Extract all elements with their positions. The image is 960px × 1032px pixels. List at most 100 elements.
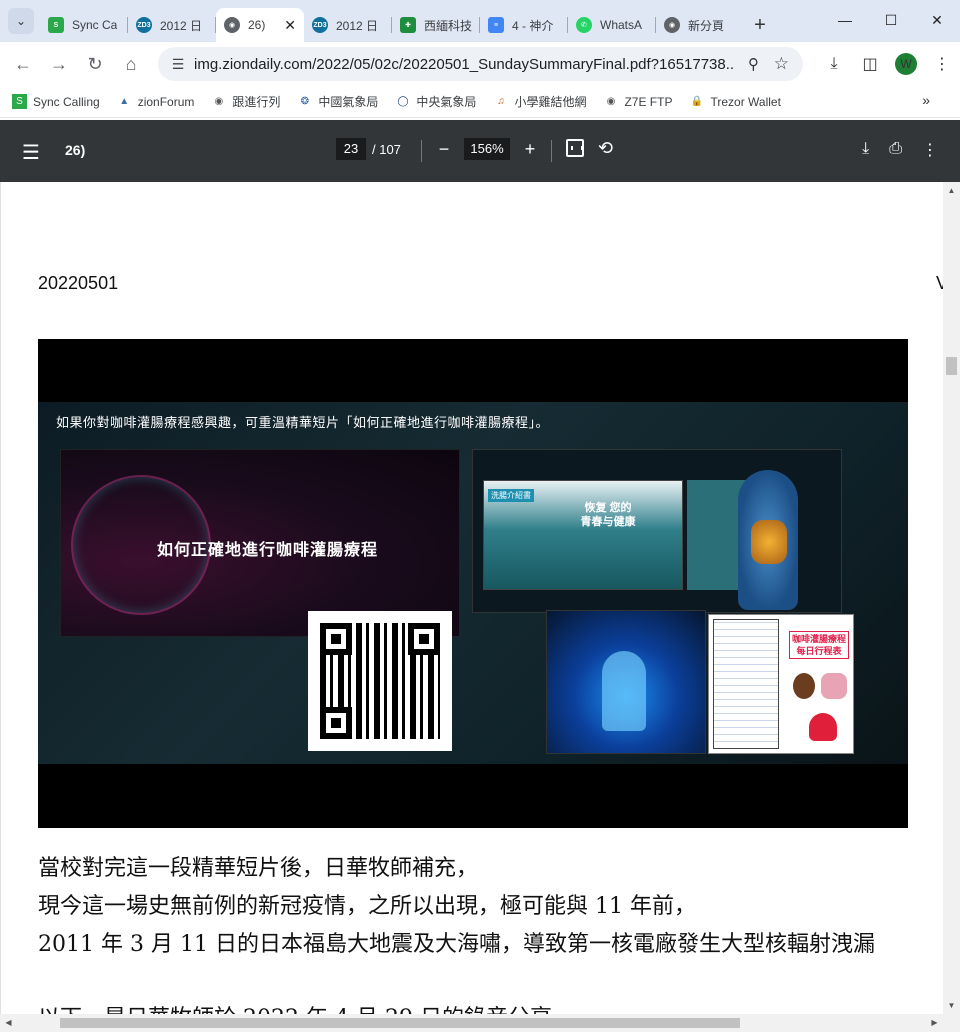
page-date-header: 20220501 [38, 273, 119, 293]
heart-icon [809, 713, 837, 741]
download-icon[interactable]: ⤓ [862, 140, 869, 160]
reload-icon[interactable]: ↻ [77, 46, 113, 82]
qr-code [308, 611, 452, 751]
bookmark-sync-calling[interactable]: S Sync Calling [12, 94, 100, 109]
bookmark-follow-list[interactable]: ◉ 跟進行列 [211, 93, 281, 110]
zd3-icon: ZD3 [136, 17, 152, 33]
more-options-icon[interactable]: ⋮ [922, 140, 938, 160]
tab-new-tab[interactable]: ◉ 新分頁 [656, 8, 744, 42]
zoom-icon[interactable]: ⚲ [748, 55, 759, 73]
horizontal-scrollbar[interactable]: ◀ ▶ [0, 1014, 960, 1032]
tab-doc[interactable]: ≡ 4 - 神介 [480, 8, 568, 42]
tab-2012-b[interactable]: ZD3 2012 日 [304, 8, 392, 42]
globe-icon: ◉ [224, 17, 240, 33]
window-controls: — ☐ ✕ [822, 0, 960, 40]
pdf-toolbar: ☰ 26) 23 / 107 − 156% + ⟲ ⤓ ⎙ ⋮ [0, 120, 960, 182]
minimize-icon[interactable]: — [822, 0, 868, 40]
back-icon[interactable]: ← [5, 46, 41, 82]
zd3-icon: ZD3 [312, 17, 328, 33]
more-bookmarks-icon[interactable]: » [922, 92, 930, 108]
menu-icon[interactable]: ☰ [22, 140, 40, 165]
scroll-left-icon[interactable]: ◀ [0, 1014, 17, 1032]
tab-title: 2012 日 [336, 18, 379, 33]
lock-icon: 🔒 [690, 96, 704, 107]
schedule-panel: 咖啡灌腸療程 每日行程表 [708, 614, 854, 754]
toolbar-actions: ⤓ ◫ W ⋮ [816, 42, 960, 86]
bookmark-trezor[interactable]: 🔒 Trezor Wallet [689, 94, 781, 109]
digestive-anatomy-image [713, 460, 823, 610]
bookmark-zionforum[interactable]: ▲ zionForum [117, 94, 194, 109]
url-text[interactable]: img.ziondaily.com/2022/05/02c/20220501_S… [194, 56, 734, 73]
zoom-in-icon[interactable]: + [520, 139, 540, 160]
sync-icon: S [12, 94, 27, 109]
scroll-up-icon[interactable]: ▲ [943, 182, 960, 199]
tab-title: 4 - 神介 [512, 18, 554, 33]
tab-sync-calling[interactable]: S Sync Ca [40, 8, 128, 42]
bookmark-china-weather[interactable]: ❂ 中國氣象局 [297, 93, 379, 110]
chrome-icon: ◉ [664, 17, 680, 33]
tab-title: 新分頁 [688, 18, 725, 33]
tab-xiwei[interactable]: ✚ 西緬科技 [392, 8, 480, 42]
home-icon[interactable]: ⌂ [113, 46, 149, 82]
doc-icon: ≡ [488, 17, 504, 33]
bookmark-central-weather[interactable]: ◯ 中央氣象局 [395, 93, 476, 110]
globe-icon: ◉ [214, 96, 224, 107]
vertical-scroll-thumb[interactable] [946, 357, 957, 375]
paragraph-line-1: 當校對完這一段精華短片後，日華牧師補充， [38, 856, 479, 881]
video-clip-title: 如何正確地進行咖啡灌腸療程 [157, 542, 379, 559]
zoom-controls: − 156% + [434, 138, 540, 160]
weather-icon: ❂ [300, 96, 310, 107]
weather-icon: ◯ [397, 96, 409, 107]
forum-icon: ▲ [119, 96, 130, 107]
whatsapp-icon: ✆ [576, 17, 592, 33]
tab-title: 西緬科技 [424, 18, 472, 33]
tab-title: WhatsA [600, 18, 643, 32]
bookmark-ftp[interactable]: ◉ Z7E FTP [603, 94, 673, 109]
page-indicator: 23 / 107 [336, 138, 401, 160]
tab-whatsapp[interactable]: ✆ WhatsA [568, 8, 656, 42]
rotate-icon[interactable]: ⟲ [598, 138, 613, 159]
download-icon[interactable]: ⤓ [816, 55, 852, 73]
scroll-down-icon[interactable]: ▼ [943, 997, 960, 1014]
tab-list: S Sync Ca ZD3 2012 日 ◉ 26) ✕ ZD3 2012 日 … [40, 4, 776, 42]
book-panel: 洗腸介紹書 恢复 您的 青春与健康 [472, 449, 842, 613]
tab-current-pdf[interactable]: ◉ 26) ✕ [216, 8, 304, 42]
paragraph-line-3: 2011 年 3 月 11 日的日本福島大地震及大海嘯，導致第一核電廠發生大型核… [38, 932, 875, 957]
intestine-icon [821, 673, 847, 699]
site-info-icon[interactable]: ☰ [162, 56, 194, 73]
bookmark-star-icon[interactable]: ☆ [774, 54, 789, 74]
tab-title: 26) [248, 18, 266, 32]
new-tab-button[interactable]: + [744, 8, 776, 42]
print-icon[interactable]: ⎙ [889, 140, 902, 160]
tab-2012-a[interactable]: ZD3 2012 日 [128, 8, 216, 42]
vertical-scrollbar[interactable]: ▲ ▼ [943, 182, 960, 1014]
address-bar[interactable]: ☰ img.ziondaily.com/2022/05/02c/20220501… [158, 47, 803, 81]
video-title-card: 如何正確地進行咖啡灌腸療程 [60, 449, 460, 637]
book-label: 洗腸介紹書 [488, 489, 534, 502]
close-window-icon[interactable]: ✕ [914, 0, 960, 40]
horizontal-scroll-thumb[interactable] [60, 1018, 740, 1028]
bookmark-guitar-site[interactable]: ♫ 小學雞結他網 [493, 93, 586, 110]
book-cover-image: 洗腸介紹書 恢复 您的 青春与健康 [483, 480, 683, 590]
side-panel-icon[interactable]: ◫ [852, 54, 888, 74]
tab-title: 2012 日 [160, 18, 203, 33]
video-caption: 如果你對咖啡灌腸療程感興趣，可重溫精華短片「如何正確地進行咖啡灌腸療程」。 [56, 415, 550, 430]
zoom-out-icon[interactable]: − [434, 139, 454, 160]
video-frame: 如果你對咖啡灌腸療程感興趣，可重溫精華短片「如何正確地進行咖啡灌腸療程」。 如何… [38, 402, 908, 764]
page-number-input[interactable]: 23 [336, 138, 366, 160]
guitar-icon: ♫ [497, 96, 505, 107]
menu-kebab-icon[interactable]: ⋮ [924, 54, 960, 74]
cross-icon: ✚ [400, 17, 416, 33]
bookmarks-bar: S Sync Calling ▲ zionForum ◉ 跟進行列 ❂ 中國氣象局 ◯ 中… [0, 86, 960, 118]
avatar[interactable]: W [895, 53, 917, 75]
close-tab-icon[interactable]: ✕ [284, 17, 296, 34]
maximize-icon[interactable]: ☐ [868, 0, 914, 40]
book-title: 恢复 您的 青春与健康 [580, 502, 636, 528]
tab-search-button[interactable]: ⌄ [8, 8, 34, 34]
forward-icon[interactable]: → [41, 46, 77, 82]
fit-page-icon[interactable] [566, 139, 584, 157]
tab-title: Sync Ca [72, 18, 118, 32]
zoom-level-input[interactable]: 156% [464, 138, 510, 160]
paragraph-line-2: 現今這一場史無前例的新冠疫情，之所以出現，極可能與 11 年前， [38, 894, 696, 919]
scroll-right-icon[interactable]: ▶ [926, 1014, 943, 1032]
